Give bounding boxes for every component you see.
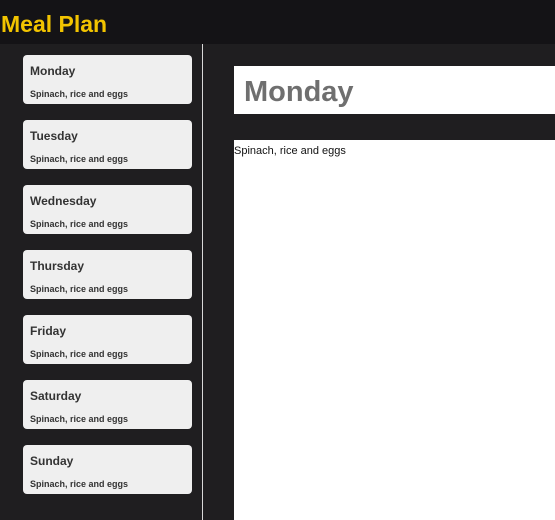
- sidebar-item-day: Saturday: [30, 389, 82, 403]
- sidebar-item-saturday[interactable]: Saturday Spinach, rice and eggs: [23, 380, 192, 429]
- selected-day-header: Monday: [234, 66, 555, 114]
- meal-plan-app: Meal Plan Monday Spinach, rice and eggs …: [0, 0, 555, 520]
- sidebar-item-meal: Spinach, rice and eggs: [30, 154, 129, 164]
- sidebar-item-meal: Spinach, rice and eggs: [30, 349, 129, 359]
- sidebar-item-wednesday[interactable]: Wednesday Spinach, rice and eggs: [23, 185, 192, 234]
- sidebar-item-day: Sunday: [30, 454, 74, 468]
- sidebar-item-meal: Spinach, rice and eggs: [30, 219, 129, 229]
- app-title: Meal Plan: [1, 11, 108, 37]
- meal-description: Spinach, rice and eggs: [234, 145, 346, 157]
- sidebar-item-monday[interactable]: Monday Spinach, rice and eggs: [23, 55, 192, 104]
- sidebar-item-meal: Spinach, rice and eggs: [30, 89, 129, 99]
- sidebar-item-thursday[interactable]: Thursday Spinach, rice and eggs: [23, 250, 192, 299]
- page-title: Monday: [244, 76, 354, 108]
- sidebar-item-day: Tuesday: [30, 129, 78, 143]
- sidebar-item-friday[interactable]: Friday Spinach, rice and eggs: [23, 315, 192, 364]
- meal-content-panel: Spinach, rice and eggs: [234, 140, 555, 520]
- top-header: Meal Plan: [0, 0, 555, 44]
- sidebar-item-sunday[interactable]: Sunday Spinach, rice and eggs: [23, 445, 192, 494]
- day-sidebar: Monday Spinach, rice and eggs Tuesday Sp…: [0, 44, 203, 520]
- sidebar-item-day: Wednesday: [30, 194, 97, 208]
- sidebar-item-meal: Spinach, rice and eggs: [30, 414, 129, 424]
- sidebar-item-day: Monday: [30, 64, 76, 78]
- sidebar-item-meal: Spinach, rice and eggs: [30, 479, 129, 489]
- sidebar-item-day: Friday: [30, 324, 67, 338]
- sidebar-item-day: Thursday: [30, 259, 85, 273]
- sidebar-item-meal: Spinach, rice and eggs: [30, 284, 129, 294]
- sidebar-item-tuesday[interactable]: Tuesday Spinach, rice and eggs: [23, 120, 192, 169]
